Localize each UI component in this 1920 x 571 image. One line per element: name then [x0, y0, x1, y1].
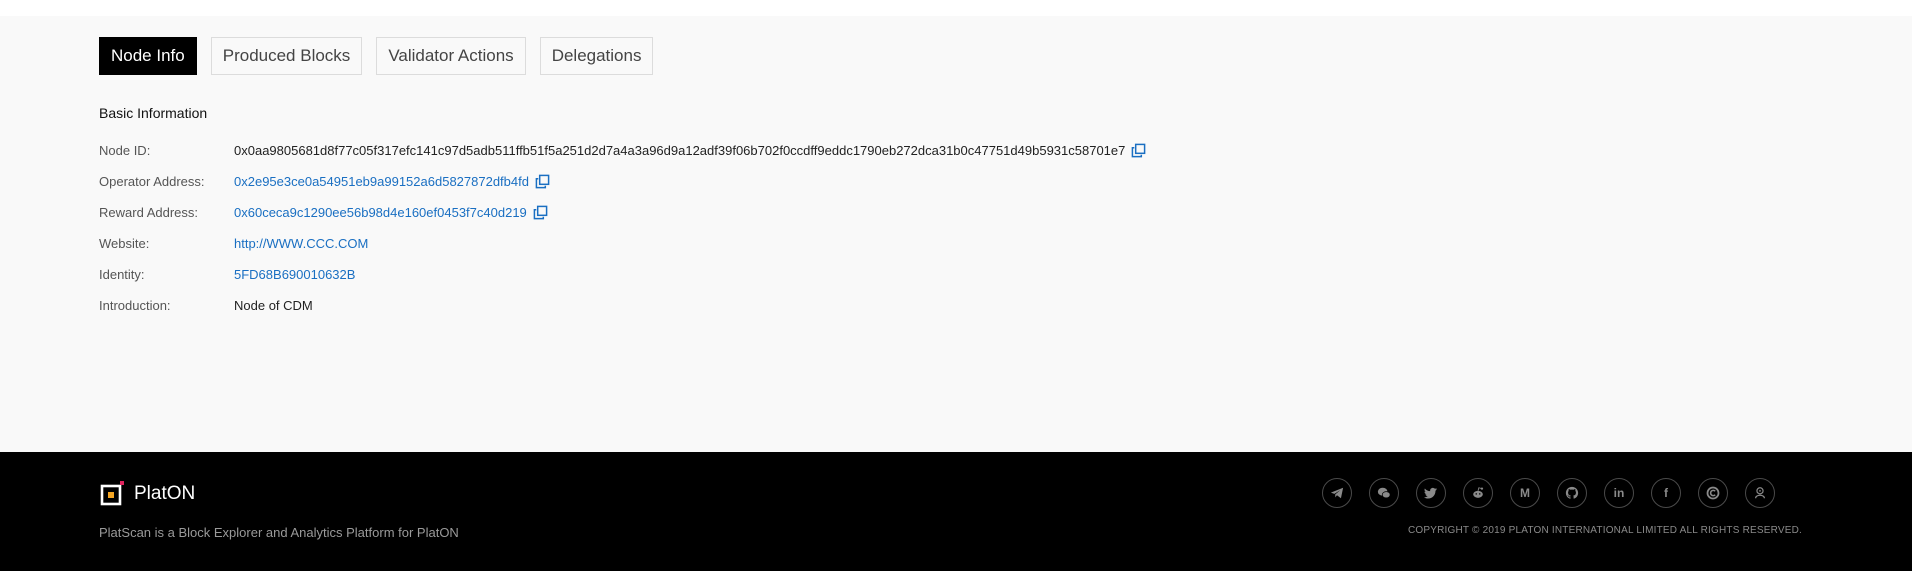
node-id-value: 0x0aa9805681d8f77c05f317efc141c97d5adb51…	[234, 142, 1126, 158]
tab-produced-blocks[interactable]: Produced Blocks	[210, 37, 363, 75]
website-link[interactable]: http://WWW.CCC.COM	[234, 236, 368, 251]
identity-link[interactable]: 5FD68B690010632B	[234, 267, 355, 282]
section-title: Basic Information	[99, 105, 208, 121]
tab-delegations[interactable]: Delegations	[539, 37, 654, 75]
reward-address-row: Reward Address: 0x60ceca9c1290ee56b98d4e…	[99, 202, 548, 222]
copy-icon[interactable]	[535, 174, 550, 189]
copy-icon[interactable]	[1131, 143, 1146, 158]
reward-address-label: Reward Address:	[99, 204, 198, 220]
copyright-text: COPYRIGHT © 2019 PLATON INTERNATIONAL LI…	[1407, 525, 1802, 536]
operator-address-row: Operator Address: 0x2e95e3ce0a54951eb9a9…	[99, 171, 550, 191]
introduction-label: Introduction:	[99, 297, 171, 313]
scrollbar-gutter[interactable]	[1912, 0, 1920, 571]
operator-address-link[interactable]: 0x2e95e3ce0a54951eb9a99152a6d5827872dfb4…	[234, 174, 529, 189]
introduction-value: Node of CDM	[234, 297, 313, 313]
reddit-icon[interactable]	[1463, 478, 1493, 508]
wechat-icon[interactable]	[1369, 478, 1399, 508]
tab-bar: Node Info Produced Blocks Validator Acti…	[99, 37, 654, 75]
telegram-icon[interactable]	[1322, 478, 1352, 508]
coinmarketcap-icon[interactable]	[1698, 478, 1728, 508]
website-label: Website:	[99, 235, 150, 251]
operator-address-label: Operator Address:	[99, 173, 205, 189]
introduction-row: Introduction: Node of CDM	[99, 295, 313, 315]
linkedin-icon[interactable]: in	[1604, 478, 1634, 508]
copy-icon[interactable]	[533, 205, 548, 220]
platon-logo-icon	[100, 481, 124, 506]
brand-logo[interactable]: PlatON	[100, 480, 195, 508]
github-icon[interactable]	[1557, 478, 1587, 508]
node-id-row: Node ID: 0x0aa9805681d8f77c05f317efc141c…	[99, 140, 1146, 160]
keybase-icon[interactable]	[1745, 478, 1775, 508]
tab-node-info[interactable]: Node Info	[99, 37, 197, 75]
twitter-icon[interactable]	[1416, 478, 1446, 508]
footer	[0, 452, 1912, 571]
identity-label: Identity:	[99, 266, 145, 282]
facebook-icon[interactable]: f	[1651, 478, 1681, 508]
medium-icon[interactable]: M	[1510, 478, 1540, 508]
page: Node Info Produced Blocks Validator Acti…	[0, 0, 1912, 571]
node-id-label: Node ID:	[99, 142, 151, 158]
tab-validator-actions[interactable]: Validator Actions	[376, 37, 526, 75]
reward-address-link[interactable]: 0x60ceca9c1290ee56b98d4e160ef0453f7c40d2…	[234, 205, 527, 220]
footer-tagline: PlatScan is a Block Explorer and Analyti…	[99, 525, 459, 540]
brand-name: PlatON	[134, 483, 196, 504]
identity-row: Identity: 5FD68B690010632B	[99, 264, 355, 284]
social-links: M in f	[1322, 478, 1775, 508]
website-row: Website: http://WWW.CCC.COM	[99, 233, 368, 253]
